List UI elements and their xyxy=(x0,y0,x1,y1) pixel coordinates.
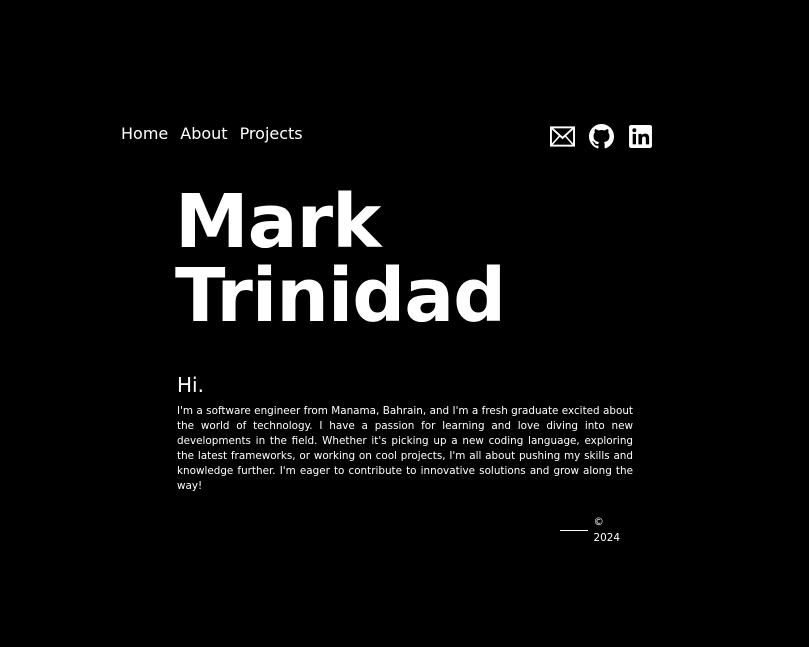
linkedin-link[interactable] xyxy=(628,124,653,149)
github-icon xyxy=(589,124,614,149)
bio-text: I'm a software engineer from Manama, Bah… xyxy=(177,405,633,492)
page: Home About Projects Mark Trinidad Hi. I'… xyxy=(0,0,809,647)
mail-link[interactable] xyxy=(550,124,575,149)
github-link[interactable] xyxy=(589,124,614,149)
linkedin-icon xyxy=(629,125,652,148)
nav-home-link[interactable]: Home xyxy=(121,124,168,144)
mail-icon xyxy=(550,126,575,147)
hero-first-name: Mark xyxy=(175,179,381,265)
social-links xyxy=(550,124,653,149)
copyright-text: © 2024 xyxy=(593,516,620,544)
hero-name: Mark Trinidad xyxy=(175,179,506,339)
footer: © 2024 xyxy=(560,514,633,546)
main-nav: Home About Projects xyxy=(121,124,303,144)
nav-projects-link[interactable]: Projects xyxy=(240,124,303,144)
hero-last-name: Trinidad xyxy=(175,253,506,339)
footer-divider xyxy=(560,529,588,531)
greeting: Hi. xyxy=(177,373,204,397)
nav-about-link[interactable]: About xyxy=(180,124,227,144)
